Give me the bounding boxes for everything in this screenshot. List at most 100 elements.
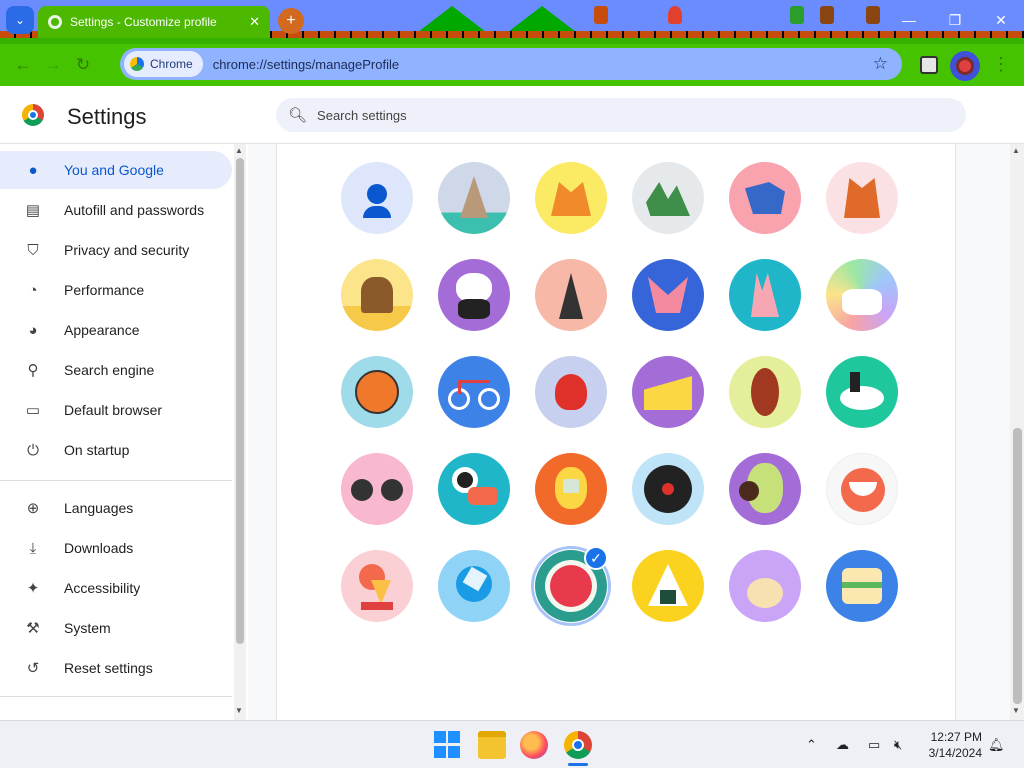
windows-taskbar: ⌃ ☁ ▭ 🔇︎ 12:27 PM 3/14/2024 🔔︎	[0, 720, 1024, 768]
site-chip[interactable]: Chrome	[124, 51, 203, 77]
back-button[interactable]: ←	[8, 50, 38, 80]
avatar-option-vinyl-record[interactable]	[632, 453, 704, 525]
avatar-option-unicorn[interactable]	[826, 259, 898, 331]
address-bar[interactable]: Chrome chrome://settings/manageProfile ☆	[120, 48, 902, 80]
koopa-sprite	[790, 6, 804, 24]
scroll-down-icon[interactable]: ▼	[235, 706, 243, 715]
sidebar-item-label: Accessibility	[64, 580, 141, 596]
sidebar-item-accessibility[interactable]: ✦ Accessibility	[0, 569, 232, 607]
notification-bell-icon[interactable]: 🔔︎	[988, 737, 1005, 753]
sidebar-item-label: On startup	[64, 442, 130, 458]
clock-date: 3/14/2024	[928, 746, 982, 760]
main-scrollbar-thumb[interactable]	[1013, 428, 1022, 704]
avatar-option-ice-cream[interactable]	[341, 550, 413, 622]
url-text[interactable]: chrome://settings/manageProfile	[213, 57, 399, 72]
tab-search-button[interactable]: ⌄	[6, 6, 34, 34]
firefox-icon[interactable]	[520, 731, 548, 759]
chrome-logo-icon	[130, 57, 144, 71]
forward-button[interactable]: →	[38, 50, 68, 80]
avatar-option-cat[interactable]	[438, 162, 510, 234]
sidebar-item-system[interactable]: ⚒ System	[0, 609, 232, 647]
avatar-option-monkey[interactable]	[341, 259, 413, 331]
file-explorer-icon[interactable]	[478, 731, 506, 759]
sidebar-item-default-browser[interactable]: ▭ Default browser	[0, 391, 232, 429]
goomba-sprite	[866, 6, 880, 24]
search-icon: 🔍︎	[288, 107, 308, 124]
avatar-option-sunglasses[interactable]	[341, 453, 413, 525]
sidebar-item-languages[interactable]: ⊕ Languages	[0, 489, 232, 527]
sidebar-item-search-engine[interactable]: ⚲ Search engine	[0, 351, 232, 389]
sidebar-item-label: Performance	[64, 282, 145, 298]
wrench-icon: ⚒	[26, 620, 40, 637]
side-panel-icon[interactable]	[920, 56, 938, 74]
goomba-sprite	[820, 6, 834, 24]
sidebar-item-label: Privacy and security	[64, 242, 190, 258]
browser-titlebar: ⌄ Settings - Customize profile ✕ + — ❐ ✕	[0, 0, 1024, 44]
network-icon[interactable]: ▭	[868, 737, 880, 753]
cloud-offline-icon[interactable]: ☁	[836, 737, 849, 753]
avatar-option-tamagotchi[interactable]	[535, 453, 607, 525]
close-window-button[interactable]: ✕	[978, 0, 1024, 40]
tab-settings[interactable]: Settings - Customize profile ✕	[38, 6, 270, 38]
avatar-option-pizza[interactable]	[729, 550, 801, 622]
chrome-taskbar-icon[interactable]	[564, 731, 592, 759]
sidebar-item-autofill[interactable]: ▤ Autofill and passwords	[0, 191, 232, 229]
system-clock[interactable]: 12:27 PM 3/14/2024	[929, 729, 982, 761]
settings-sidebar: ● You and Google ▤ Autofill and password…	[0, 144, 248, 720]
sidebar-item-appearance[interactable]: ◕ Appearance	[0, 311, 232, 349]
scroll-down-icon[interactable]: ▼	[1012, 706, 1020, 715]
reset-icon: ↺	[26, 660, 40, 677]
scroll-up-icon[interactable]: ▲	[1012, 146, 1020, 155]
new-tab-button[interactable]: +	[278, 8, 304, 34]
restore-button[interactable]: ❐	[932, 0, 978, 40]
scroll-up-icon[interactable]: ▲	[235, 146, 243, 155]
avatar-option-football[interactable]	[729, 356, 801, 428]
browser-window-icon: ▭	[25, 402, 41, 419]
avatar-option-orange-fox[interactable]	[826, 162, 898, 234]
avatar-option-bird[interactable]	[535, 356, 607, 428]
search-input[interactable]	[317, 107, 918, 123]
avatar-option-smile[interactable]	[826, 453, 898, 525]
palette-icon: ◕	[28, 321, 38, 339]
avatar-option-panda[interactable]	[438, 259, 510, 331]
search-settings-box[interactable]: 🔍︎	[276, 98, 966, 132]
avatar-option-cheese[interactable]	[632, 356, 704, 428]
sidebar-item-downloads[interactable]: ⤓ Downloads	[0, 529, 232, 567]
sidebar-item-you-and-google[interactable]: ● You and Google	[0, 151, 232, 189]
reload-button[interactable]: ↻	[68, 50, 98, 80]
windows-start-icon[interactable]	[434, 731, 462, 759]
avatar-option-onigiri[interactable]	[632, 550, 704, 622]
avatar-option-generic-person[interactable]	[341, 162, 413, 234]
avatar-option-butterfly[interactable]	[632, 259, 704, 331]
sidebar-item-performance[interactable]: ◔ Performance	[0, 271, 232, 309]
avatar-option-penguin[interactable]	[535, 259, 607, 331]
avatar-option-bicycle[interactable]	[438, 356, 510, 428]
avatar-option-dragon[interactable]	[632, 162, 704, 234]
more-menu-icon[interactable]: ⋮	[992, 54, 1010, 75]
avatar-option-sandwich[interactable]	[826, 550, 898, 622]
minimize-button[interactable]: —	[886, 0, 932, 40]
avatar-option-fox[interactable]	[535, 162, 607, 234]
avatar-option-sushi-rolls[interactable]	[438, 453, 510, 525]
profile-avatar-button[interactable]	[950, 51, 980, 81]
avatar-option-avocado[interactable]	[729, 453, 801, 525]
sidebar-item-privacy[interactable]: ⛉ Privacy and security	[0, 231, 232, 269]
avatar-option-rabbit[interactable]	[729, 259, 801, 331]
close-tab-icon[interactable]: ✕	[249, 14, 260, 30]
avatar-option-basketball[interactable]	[341, 356, 413, 428]
mushroom-sprite	[668, 6, 682, 24]
bookmark-star-icon[interactable]: ☆	[873, 54, 888, 74]
settings-main: ✓ ▲ ▼	[248, 144, 1024, 720]
avatar-option-sushi-plate[interactable]	[826, 356, 898, 428]
chevron-up-icon[interactable]: ⌃	[806, 737, 817, 753]
volume-muted-icon[interactable]: 🔇︎	[894, 737, 902, 753]
sidebar-item-label: Default browser	[64, 402, 163, 418]
avatar-option-popsicle[interactable]	[438, 550, 510, 622]
sidebar-item-on-startup[interactable]: ⏻ On startup	[0, 431, 232, 469]
download-icon: ⤓	[29, 539, 37, 557]
sidebar-item-reset[interactable]: ↺ Reset settings	[0, 649, 232, 687]
avatar-option-elephant[interactable]	[729, 162, 801, 234]
sidebar-scrollbar-thumb[interactable]	[236, 158, 244, 644]
settings-header: Settings 🔍︎	[0, 86, 1024, 144]
search-icon: ⚲	[27, 362, 39, 379]
